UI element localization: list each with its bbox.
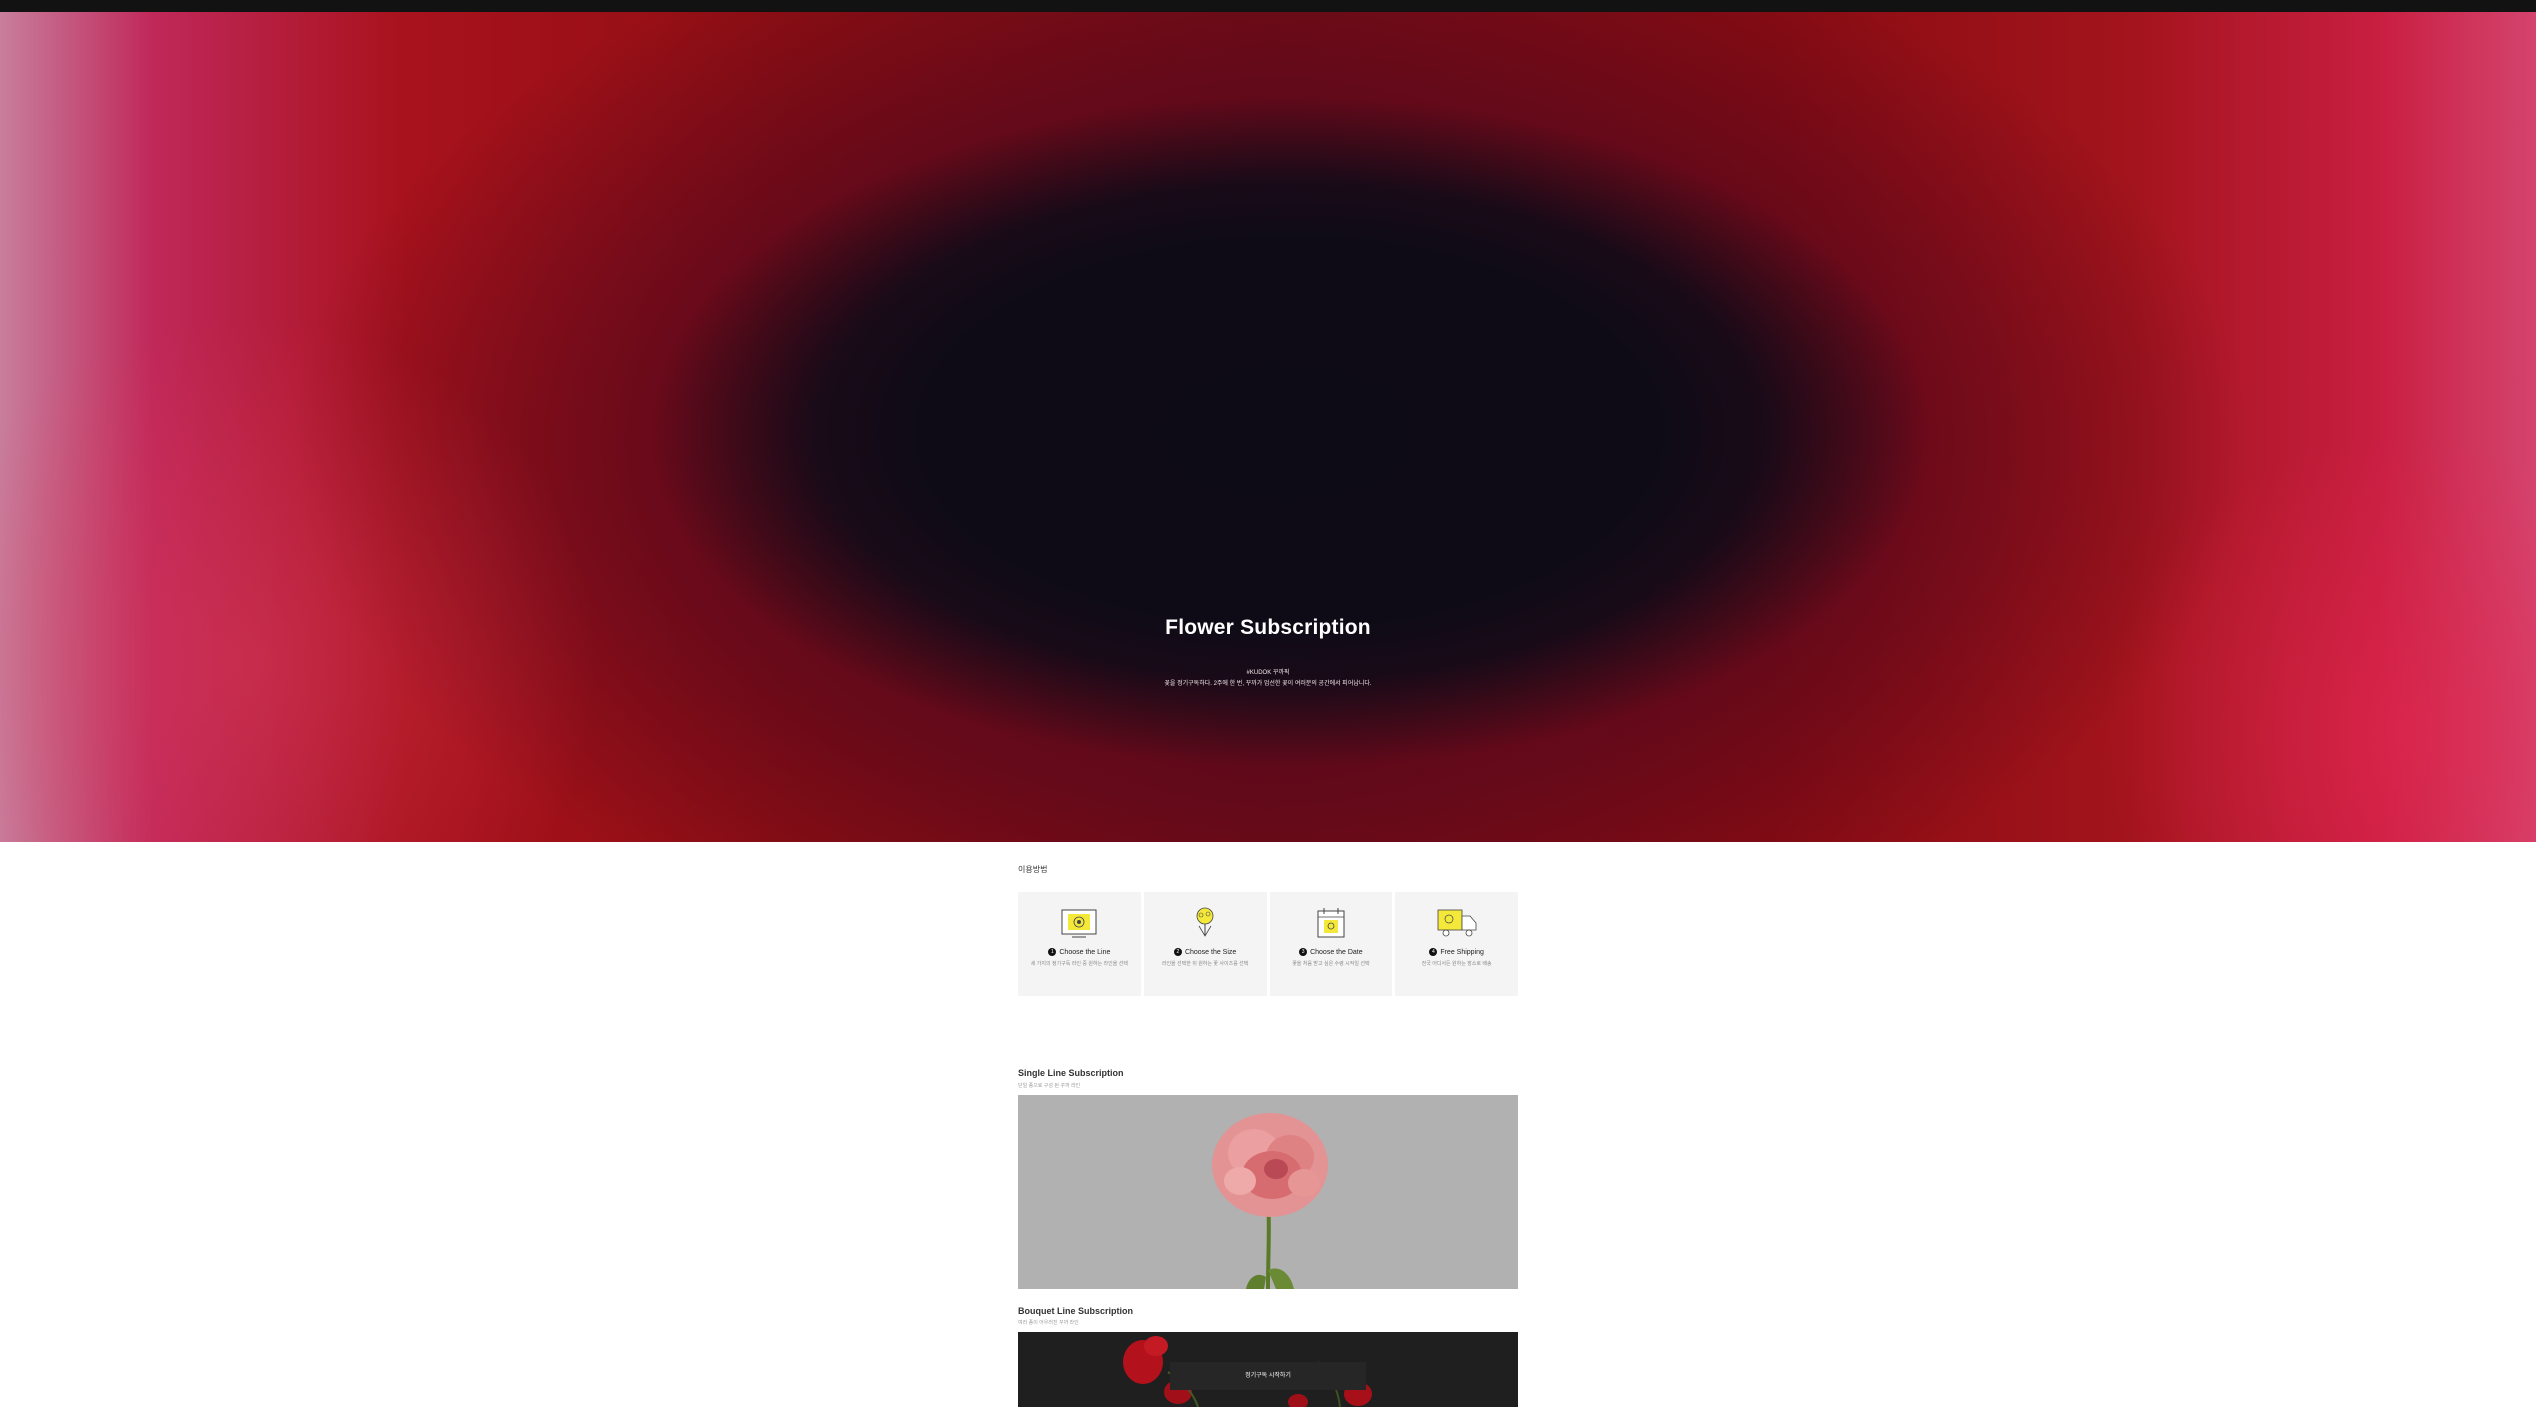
step-title: 2 Choose the Size bbox=[1144, 948, 1267, 956]
step-number: 2 bbox=[1173, 948, 1182, 956]
step-title-text: Choose the Date bbox=[1310, 948, 1363, 956]
bouquet-line-subtitle: 여러 종이 어우러진 꾸까 라인 bbox=[1018, 1320, 1079, 1326]
step-title: 4 Free Shipping bbox=[1395, 948, 1518, 956]
step-description: 꽃을 처음 받고 싶은 수령 시작일 선택 bbox=[1292, 961, 1370, 967]
step-description: 라인을 선택한 뒤 원하는 꽃 사이즈를 선택 bbox=[1161, 961, 1249, 967]
start-subscription-button[interactable]: 정기구독 시작하기 bbox=[1170, 1362, 1366, 1390]
step-title-text: Free Shipping bbox=[1440, 948, 1484, 956]
how-to-steps: 1 Choose the Line 세 가지의 정기구독 라인 중 원하는 라인을… bbox=[1018, 892, 1518, 996]
hero-subtitle: #KUDOK 꾸까픽 bbox=[1246, 670, 1290, 676]
step-choose-date: 3 Choose the Date 꽃을 처음 받고 싶은 수령 시작일 선택 bbox=[1269, 892, 1393, 996]
step-title: 1 Choose the Line bbox=[1018, 948, 1141, 956]
truck-icon bbox=[1437, 909, 1477, 937]
step-title-text: Choose the Line bbox=[1059, 948, 1111, 956]
bouquet-line-title: Bouquet Line Subscription bbox=[1018, 1306, 1133, 1316]
step-description: 전국 어디서든 원하는 장소로 배송 bbox=[1421, 961, 1492, 967]
carnation-flower-image bbox=[1212, 1113, 1328, 1289]
bouquet-icon bbox=[1196, 907, 1214, 937]
top-bar bbox=[0, 0, 2536, 12]
single-line-image[interactable] bbox=[1018, 1095, 1518, 1289]
step-description: 세 가지의 정기구독 라인 중 원하는 라인을 선택 bbox=[1030, 961, 1128, 967]
step-free-shipping: 4 Free Shipping 전국 어디서든 원하는 장소로 배송 bbox=[1395, 892, 1518, 996]
step-title-text: Choose the Size bbox=[1184, 948, 1237, 956]
hero-title: Flower Subscription bbox=[1165, 616, 1371, 639]
hero-glow-left bbox=[0, 312, 600, 842]
calendar-icon bbox=[1317, 908, 1345, 938]
step-title: 3 Choose the Date bbox=[1270, 948, 1393, 956]
step-choose-size: 2 Choose the Size 라인을 선택한 뒤 원하는 꽃 사이즈를 선택 bbox=[1143, 892, 1267, 996]
step-number: 4 bbox=[1429, 948, 1438, 956]
single-line-subtitle: 단일 종으로 구성 된 꾸까 라인 bbox=[1018, 1083, 1081, 1089]
single-line-title: Single Line Subscription bbox=[1018, 1068, 1124, 1078]
step-number: 1 bbox=[1048, 948, 1057, 956]
how-to-label: 이용방법 bbox=[1018, 865, 1048, 874]
bouquet-line-image[interactable]: 정기구독 시작하기 bbox=[1018, 1332, 1518, 1407]
hero-description: 꽃을 정기구독하다. 2주에 한 번, 꾸까가 엄선한 꽃이 여러분의 공간에서… bbox=[1164, 681, 1372, 687]
hero-banner: Flower Subscription #KUDOK 꾸까픽 꽃을 정기구독하다… bbox=[0, 12, 2536, 842]
step-number: 3 bbox=[1299, 948, 1308, 956]
box-flower-icon bbox=[1061, 909, 1097, 938]
step-choose-line: 1 Choose the Line 세 가지의 정기구독 라인 중 원하는 라인을… bbox=[1018, 892, 1141, 996]
